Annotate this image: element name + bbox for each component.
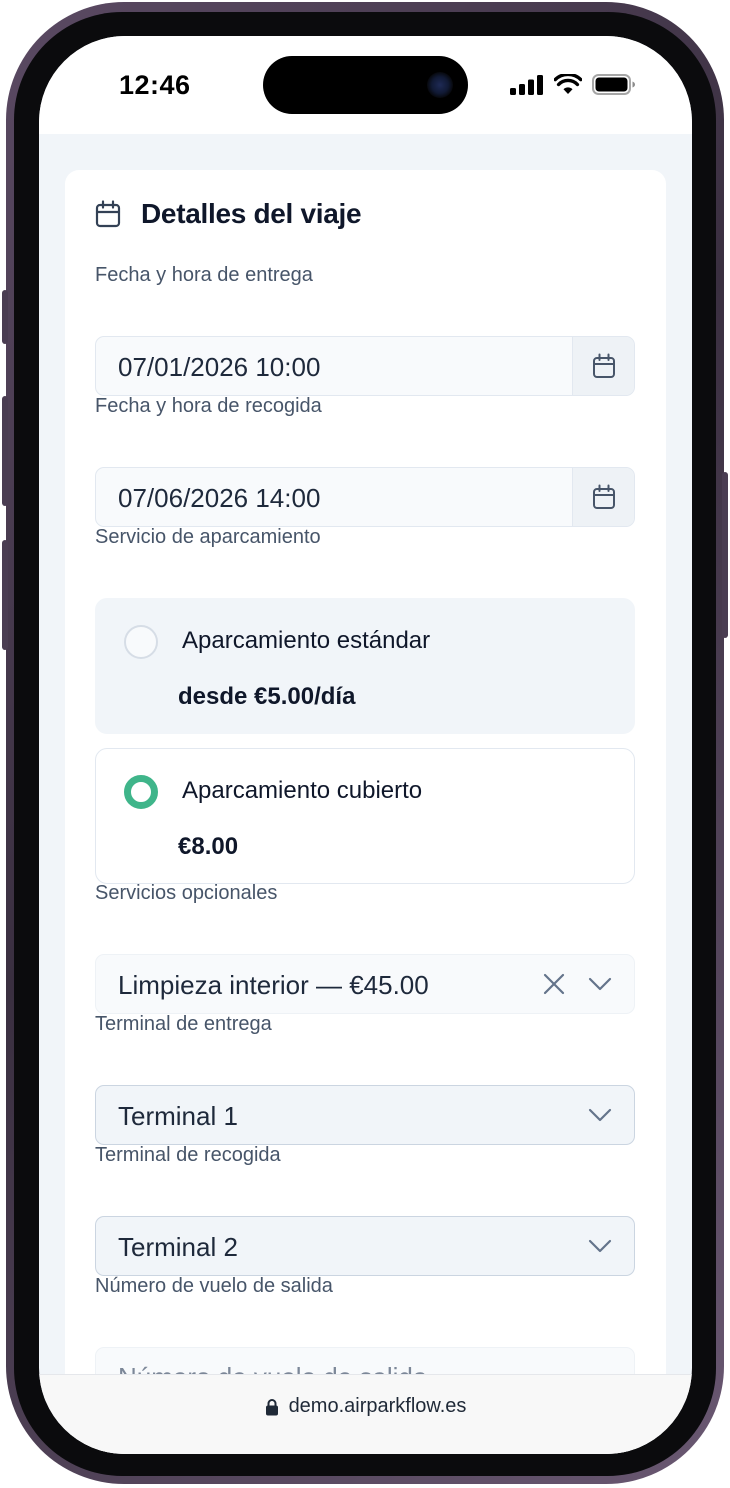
dropoff-calendar-button[interactable] [572,337,634,395]
power-button [722,472,728,638]
option-name: Aparcamiento cubierto [182,777,423,804]
pickup-datetime-input[interactable]: 07/06/2026 14:00 [95,467,635,527]
pickup-datetime-value: 07/06/2026 14:00 [118,483,321,513]
dropoff-terminal-value: Terminal 1 [118,1101,238,1131]
pickup-calendar-button[interactable] [572,468,634,526]
chevron-down-icon [588,1239,612,1253]
lock-icon [265,1398,278,1415]
url-text: demo.airparkflow.es [288,1395,467,1417]
card-title: Detalles del viaje [141,198,362,229]
browser-url-bar[interactable]: demo.airparkflow.es [39,1374,692,1454]
trip-details-card: Detalles del viaje Fecha y hora de entre… [65,170,666,1454]
departure-flight-label: Número de vuelo de salida [95,1275,333,1297]
option-name: Aparcamiento estándar [182,627,431,654]
volume-down-button [2,540,8,650]
dropoff-datetime-value: 07/01/2026 10:00 [118,352,321,382]
wifi-icon [554,74,582,94]
option-price: desde €5.00/día [178,683,356,710]
calendar-icon [592,353,615,378]
action-button [2,290,8,344]
calendar-icon [592,484,615,509]
calendar-icon [95,200,121,228]
pickup-terminal-label: Terminal de recogida [95,1144,281,1166]
pickup-terminal-select[interactable]: Terminal 2 [95,1216,635,1276]
optional-services-value: Limpieza interior — €45.00 [118,970,429,1000]
radio-standard[interactable] [124,625,158,659]
dropoff-terminal-select[interactable]: Terminal 1 [95,1085,635,1145]
parking-service-label: Servicio de aparcamiento [95,526,321,548]
chevron-down-icon [588,1108,612,1122]
status-icons [510,74,636,95]
radio-covered[interactable] [124,775,158,809]
pickup-datetime-label: Fecha y hora de recogida [95,395,322,417]
status-bar: 12:46 [39,36,692,134]
dropoff-datetime-input[interactable]: 07/01/2026 10:00 [95,336,635,396]
dropoff-terminal-label: Terminal de entrega [95,1013,272,1035]
cellular-signal-icon [510,74,543,95]
url-display[interactable]: demo.airparkflow.es [39,1395,692,1418]
dynamic-island [263,56,468,114]
close-icon[interactable] [542,972,566,996]
battery-icon [592,74,635,95]
parking-option-covered[interactable]: Aparcamiento cubierto €8.00 [95,748,635,884]
card-header: Detalles del viaje [95,198,362,230]
optional-services-select[interactable]: Limpieza interior — €45.00 [95,954,635,1014]
option-price: €8.00 [178,833,239,860]
camera-icon [427,72,453,98]
volume-up-button [2,396,8,506]
dropoff-datetime-label: Fecha y hora de entrega [95,264,313,286]
chevron-down-icon[interactable] [588,975,612,993]
screen: 12:46 Detalles del viaje Fecha y hora de… [39,36,692,1454]
pickup-terminal-value: Terminal 2 [118,1232,238,1262]
optional-services-label: Servicios opcionales [95,882,278,904]
parking-option-standard[interactable]: Aparcamiento estándar desde €5.00/día [95,598,635,734]
status-time: 12:46 [119,70,191,100]
